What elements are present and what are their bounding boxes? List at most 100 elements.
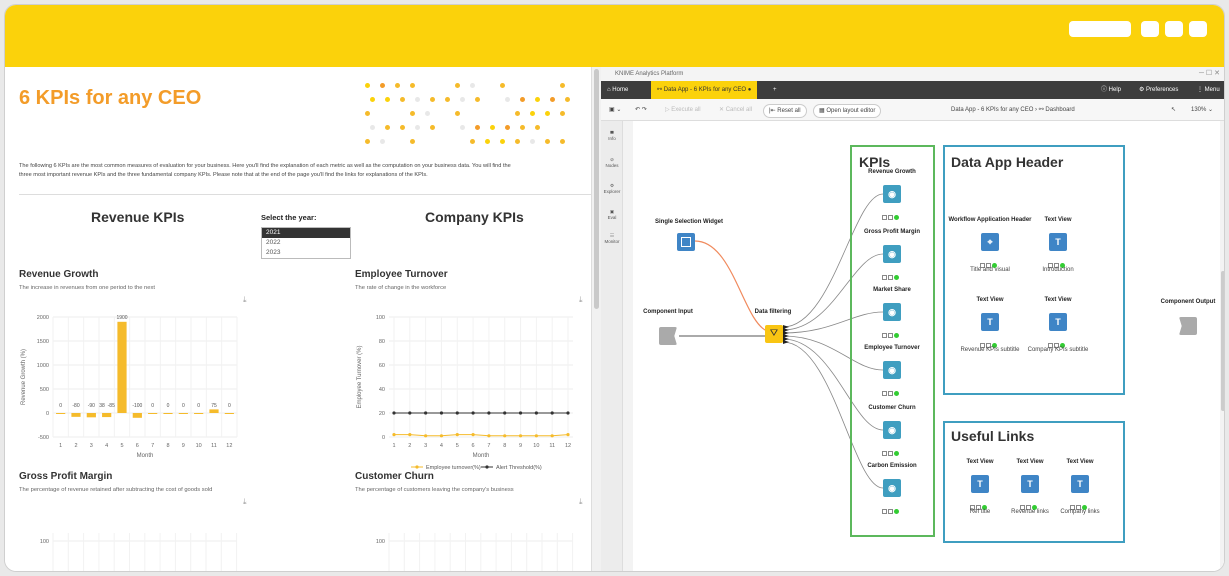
save-icon[interactable]: ▣ ⌄ [609,104,621,116]
pointer-icon[interactable]: ↖ [1171,104,1176,116]
x-tick-label: 1 [59,443,62,449]
link-2-node[interactable]: T [1071,475,1089,493]
decor-dot [395,83,400,88]
divider [19,194,591,195]
header-3-node[interactable]: T [1049,313,1067,331]
window-pill-1[interactable] [1069,21,1131,37]
series-point [534,434,538,438]
x-tick-label: 5 [120,443,123,449]
undo-icon[interactable]: ↶ ↷ [635,104,647,116]
new-tab-button[interactable]: + [773,81,777,99]
x-axis-label: Month [473,453,490,459]
open-layout-editor-button[interactable]: ▦ Open layout editor [813,104,882,118]
y-tick-label: 60 [379,363,385,369]
tab-bar: ⌂ Home ⚯ Data App - 6 KPIs for any CEO ●… [601,81,1224,99]
x-tick-label: 12 [226,443,232,449]
window-titlebar: KNIME Analytics Platform ─ ☐ ✕ [601,67,1224,81]
page-title: 6 KPIs for any CEO [19,87,202,109]
side-info[interactable]: ▀ Info [601,131,623,141]
x-tick-label: 10 [533,443,539,449]
decor-dot [415,97,420,102]
x-axis-label: Month [137,453,154,459]
bar-2 [71,413,81,417]
kpi-4-node[interactable]: ◉ [883,421,901,439]
customer-churn-desc: The percentage of customers leaving the … [355,487,514,493]
single-selection-node[interactable] [677,233,695,251]
decor-dot [515,139,520,144]
node-status-ports [1070,497,1090,510]
year-option-2023[interactable]: 2023 [262,248,350,258]
series-line-0 [394,434,569,437]
decor-dot [500,83,505,88]
side-monitor[interactable]: ☷ Monitor [601,233,623,244]
decor-dot [505,125,510,130]
y-tick-label: 0 [382,435,385,441]
tab-home[interactable]: ⌂ Home [607,81,628,99]
data-label: 0 [167,403,170,409]
zoom-level[interactable]: 130% ⌄ [1191,104,1213,116]
scroll-thumb[interactable] [1221,271,1224,411]
data-label: -80 [72,403,79,409]
breadcrumb: Data App - 6 KPIs for any CEO › ⚯ Dashbo… [951,107,1075,113]
header-1-node[interactable]: T [1049,233,1067,251]
data-label: 1900 [116,315,127,321]
year-option-2021[interactable]: 2021 [262,228,350,238]
kpi-3-label: Employee Turnover [864,345,920,351]
side-eval[interactable]: ▣ Eval [601,209,623,220]
download-icon[interactable]: ⤓ [579,295,583,305]
workflow-canvas[interactable]: KPIs Data App Header Useful Links Single… [633,121,1224,571]
filter-icon[interactable]: ⛛ [765,325,783,343]
y-tick-label: 80 [379,339,385,345]
x-tick-label: 12 [565,443,571,449]
tab-active-workflow[interactable]: ⚯ Data App - 6 KPIs for any CEO ● [651,81,758,99]
kpi-2-node[interactable]: ◉ [883,303,901,321]
data-app-panel: 6 KPIs for any CEO The following 6 KPIs … [5,67,601,571]
scroll-thumb[interactable] [594,69,599,309]
y-tick-label: 20 [379,411,385,417]
x-tick-label: 8 [166,443,169,449]
side-nodes[interactable]: ⊘ Nodes [601,157,623,168]
node-status-ports [882,501,902,514]
reset-all-button[interactable]: |⇤ Reset all [763,104,807,118]
cancel-all-button[interactable]: ✕ Cancel all [719,104,752,116]
window-title: KNIME Analytics Platform [615,71,684,77]
left-scrollbar[interactable] [591,67,601,571]
header-1-label: Text View [1044,217,1072,223]
link-1-node[interactable]: T [1021,475,1039,493]
header-2-node[interactable]: T [981,313,999,331]
side-explorer[interactable]: ⚙ Explorer [601,183,623,194]
bar-4 [102,413,112,418]
execute-all-button[interactable]: ▷ Execute all [665,104,701,116]
component-input-label: Component Input [643,309,693,315]
side-collapse[interactable] [623,121,633,571]
window-pill-2[interactable] [1141,21,1159,37]
download-icon[interactable]: ⤓ [579,497,583,507]
x-tick-label: 4 [105,443,108,449]
window-pill-3[interactable] [1165,21,1183,37]
download-icon[interactable]: ⤓ [243,497,247,507]
year-option-2022[interactable]: 2022 [262,238,350,248]
data-label: 0 [228,403,231,409]
kpi-0-node[interactable]: ◉ [883,185,901,203]
canvas-scrollbar[interactable] [1220,121,1224,571]
header-0-node[interactable]: ⌖ [981,233,999,251]
component-input-node[interactable] [659,327,677,345]
window-controls[interactable]: ─ ☐ ✕ [1199,67,1220,81]
help-button[interactable]: ⓘ Help [1101,81,1121,99]
decor-dot [470,83,475,88]
link-0-node[interactable]: T [971,475,989,493]
decor-dot [385,125,390,130]
menu-button[interactable]: ⋮ Menu [1197,81,1220,99]
year-select[interactable]: 2021 2022 2023 [261,227,351,259]
y-tick-label: 100 [376,315,385,321]
kpi-1-node[interactable]: ◉ [883,245,901,263]
y-tick-label: 40 [379,387,385,393]
preferences-button[interactable]: ⚙ Preferences [1139,81,1178,99]
kpi-3-node[interactable]: ◉ [883,361,901,379]
data-label: 0 [197,403,200,409]
y-tick-label: -500 [38,435,49,441]
download-icon[interactable]: ⤓ [243,295,247,305]
kpi-5-node[interactable]: ◉ [883,479,901,497]
window-pill-4[interactable] [1189,21,1207,37]
decor-dot [545,139,550,144]
